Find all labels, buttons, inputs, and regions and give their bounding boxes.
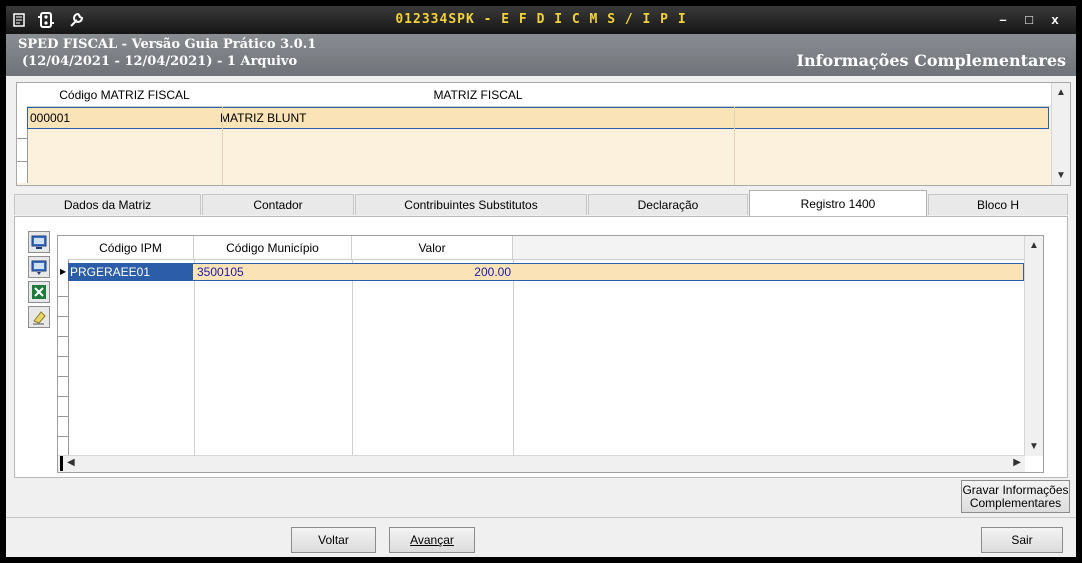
tab-declaracao[interactable]: Declaração	[588, 194, 748, 215]
plugin-icon[interactable]	[36, 10, 56, 30]
sair-button[interactable]: Sair	[981, 527, 1063, 553]
column-header-empty	[734, 83, 1051, 107]
horizontal-scrollbar[interactable]: ◀ ▶	[58, 455, 1025, 472]
row-pointer-icon: ▶	[60, 267, 67, 276]
gravar-label-line2: Complementares	[969, 495, 1062, 510]
window-title: 012334SPK - E F D I C M S / I P I	[395, 12, 687, 27]
export-icon[interactable]	[28, 256, 50, 278]
tab-registro-1400[interactable]: Registro 1400	[749, 190, 927, 216]
cell-codigo-matriz[interactable]: 000001	[30, 111, 70, 125]
avancar-button[interactable]: Avançar	[389, 527, 475, 553]
app-header: SPED FISCAL - Versão Guia Prático 3.0.1 …	[6, 34, 1076, 76]
gravar-label-line1: Gravar Informações	[962, 482, 1069, 497]
table-row[interactable]: 000001 MATRIZ BLUNT	[27, 107, 1049, 129]
column-header-codigo-matriz[interactable]: Código MATRIZ FISCAL	[27, 83, 223, 107]
table-row[interactable]: PRGERAEE01 3500105 200.00	[68, 263, 1024, 281]
cell-codigo-ipm[interactable]: PRGERAEE01	[69, 264, 193, 280]
vertical-scrollbar[interactable]: ▲ ▼	[1051, 83, 1070, 185]
scroll-up-icon[interactable]: ▲	[1052, 87, 1070, 98]
column-header-codigo-ipm[interactable]: Código IPM	[68, 236, 194, 260]
column-divider	[734, 106, 735, 185]
column-divider	[222, 106, 223, 185]
list-icon[interactable]	[10, 10, 30, 30]
vertical-scrollbar[interactable]: ▲ ▼	[1024, 236, 1043, 456]
cell-valor[interactable]: 200.00	[353, 265, 511, 279]
tab-strip: Dados da Matriz Contador Contribuintes S…	[14, 190, 1068, 216]
column-header-codigo-municipio[interactable]: Código Município	[194, 236, 352, 260]
column-divider	[352, 260, 353, 458]
matriz-grid[interactable]: Código MATRIZ FISCAL MATRIZ FISCAL 00000…	[16, 82, 1071, 186]
tab-bloco-h[interactable]: Bloco H	[928, 194, 1068, 215]
column-divider	[194, 260, 195, 458]
registro-1400-grid[interactable]: Código IPM Código Município Valor ▶ PRGE…	[57, 235, 1044, 473]
maximize-button[interactable]: □	[1018, 11, 1040, 29]
period-label: (12/04/2021 - 12/04/2021) - 1 Arquivo	[22, 54, 298, 69]
scroll-right-icon[interactable]: ▶	[1013, 457, 1021, 468]
cell-matriz-fiscal[interactable]: MATRIZ BLUNT	[220, 111, 306, 125]
scroll-up-icon[interactable]: ▲	[1025, 240, 1043, 251]
tab-dados-da-matriz[interactable]: Dados da Matriz	[14, 194, 201, 215]
registro-1400-panel: Código IPM Código Município Valor ▶ PRGE…	[14, 216, 1068, 478]
scroll-down-icon[interactable]: ▼	[1052, 170, 1070, 181]
column-header-matriz-fiscal[interactable]: MATRIZ FISCAL	[222, 83, 735, 107]
import-icon[interactable]	[28, 231, 50, 253]
scroll-down-icon[interactable]: ▼	[1025, 441, 1043, 452]
tab-contador[interactable]: Contador	[202, 194, 354, 215]
version-label: SPED FISCAL - Versão Guia Prático 3.0.1	[18, 37, 317, 52]
section-title: Informações Complementares	[796, 51, 1066, 70]
wrench-icon[interactable]	[66, 10, 86, 30]
eraser-icon[interactable]	[28, 306, 50, 328]
column-divider	[513, 260, 514, 458]
scroll-left-icon[interactable]: ◀	[67, 457, 75, 468]
cell-codigo-municipio[interactable]: 3500105	[197, 265, 244, 279]
tab-contribuintes-substitutos[interactable]: Contribuintes Substitutos	[355, 194, 587, 215]
column-header-empty	[513, 236, 1024, 260]
divider	[6, 517, 1076, 518]
minimize-button[interactable]: –	[992, 11, 1014, 29]
main-window: 012334SPK - E F D I C M S / I P I – □ x …	[6, 6, 1076, 557]
voltar-button[interactable]: Voltar	[291, 527, 376, 553]
close-button[interactable]: x	[1044, 11, 1066, 29]
column-header-valor[interactable]: Valor	[352, 236, 513, 260]
gravar-informacoes-button[interactable]: Gravar Informações Complementares	[961, 480, 1070, 513]
excel-icon[interactable]	[28, 281, 50, 303]
title-bar: 012334SPK - E F D I C M S / I P I – □ x	[6, 6, 1076, 34]
